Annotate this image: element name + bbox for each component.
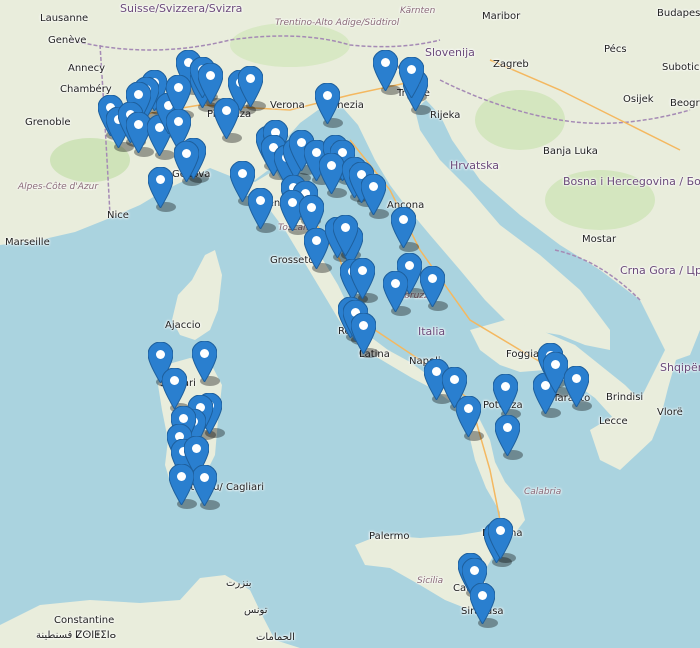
map-marker-icon[interactable] bbox=[238, 66, 263, 107]
map-marker-icon[interactable] bbox=[495, 415, 520, 456]
map-marker-icon[interactable] bbox=[399, 57, 424, 98]
map-marker-icon[interactable] bbox=[319, 153, 344, 194]
map-marker-icon[interactable] bbox=[470, 583, 495, 624]
map-marker-icon[interactable] bbox=[248, 188, 273, 229]
map-marker-icon[interactable] bbox=[493, 374, 518, 415]
map-marker-icon[interactable] bbox=[361, 174, 386, 215]
map-marker-icon[interactable] bbox=[488, 518, 513, 559]
map-marker-icon[interactable] bbox=[214, 98, 239, 139]
map-view[interactable]: Suisse/Svizzera/Svizra Lausanne Genève Anne… bbox=[0, 0, 700, 648]
map-marker-icon[interactable] bbox=[315, 83, 340, 124]
map-marker-icon[interactable] bbox=[373, 50, 398, 91]
map-marker-icon[interactable] bbox=[564, 366, 589, 407]
map-marker-icon[interactable] bbox=[198, 63, 223, 104]
map-marker-icon[interactable] bbox=[174, 141, 199, 182]
map-marker-icon[interactable] bbox=[456, 396, 481, 437]
map-marker-icon[interactable] bbox=[350, 258, 375, 299]
map-marker-icon[interactable] bbox=[169, 464, 194, 505]
map-marker-icon[interactable] bbox=[391, 207, 416, 248]
map-marker-icon[interactable] bbox=[192, 341, 217, 382]
map-marker-icon[interactable] bbox=[148, 167, 173, 208]
map-marker-icon[interactable] bbox=[162, 368, 187, 409]
marker-layer bbox=[0, 0, 700, 648]
map-marker-icon[interactable] bbox=[420, 266, 445, 307]
map-marker-icon[interactable] bbox=[192, 465, 217, 506]
map-marker-icon[interactable] bbox=[383, 271, 408, 312]
map-marker-icon[interactable] bbox=[351, 313, 376, 354]
map-marker-icon[interactable] bbox=[333, 215, 358, 256]
